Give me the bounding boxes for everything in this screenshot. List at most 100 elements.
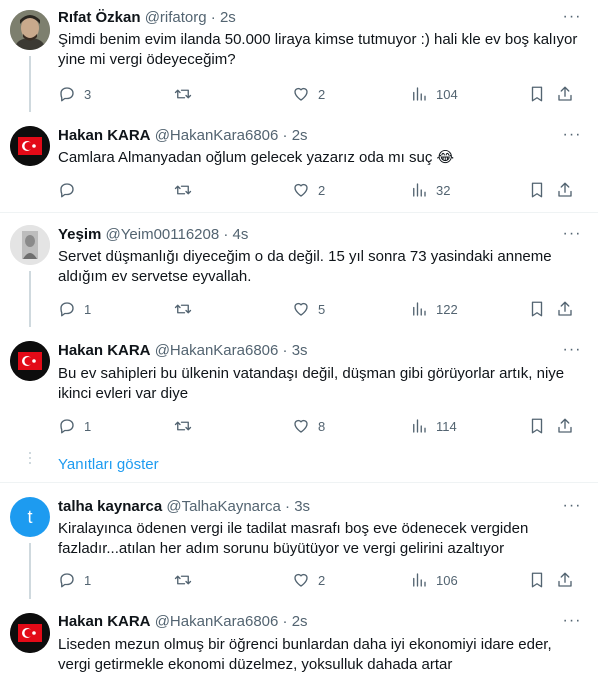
views-button[interactable]: 104 — [410, 84, 458, 104]
tweet-yesim[interactable]: Yeşim @Yeim00116208 · 4s ··· Servet düşm… — [0, 213, 598, 327]
retweet-button[interactable] — [174, 84, 200, 104]
retweet-button[interactable] — [174, 416, 200, 436]
views-button[interactable]: 106 — [410, 570, 458, 590]
heart-icon — [294, 419, 308, 433]
like-button[interactable]: 8 — [292, 416, 325, 436]
tweet-text: Liseden mezun olmuş bir öğrenci bunlarda… — [58, 636, 552, 673]
author-name[interactable]: talha kaynarca — [58, 498, 162, 515]
retweet-icon — [174, 304, 192, 314]
views-icon — [413, 87, 426, 101]
reply-icon — [60, 87, 74, 102]
retweet-button[interactable] — [174, 299, 200, 319]
reply-button[interactable]: 1 — [58, 570, 91, 590]
avatar[interactable] — [10, 341, 50, 381]
timestamp[interactable]: 2s — [292, 127, 308, 144]
like-button[interactable]: 2 — [292, 570, 325, 590]
bookmark-button[interactable] — [528, 180, 546, 200]
timestamp[interactable]: 3s — [292, 342, 308, 359]
reply-icon — [60, 419, 74, 434]
reply-icon — [60, 183, 74, 198]
retweet-button[interactable] — [174, 570, 200, 590]
more-options-icon[interactable]: ··· — [562, 9, 582, 30]
timestamp[interactable]: 2s — [220, 9, 236, 26]
heart-icon — [294, 183, 308, 197]
bookmark-button[interactable] — [528, 84, 546, 104]
tweet-text: Kiralayınca ödenen vergi ile tadilat mas… — [58, 520, 529, 557]
share-button[interactable] — [556, 299, 574, 319]
views-button[interactable]: 122 — [410, 299, 458, 319]
like-count: 2 — [318, 182, 326, 198]
author-handle[interactable]: @TalhaKaynarca — [166, 498, 280, 515]
share-button[interactable] — [556, 84, 574, 104]
author-name[interactable]: Rıfat Özkan — [58, 9, 141, 26]
share-button[interactable] — [556, 416, 574, 436]
author-name[interactable]: Hakan KARA — [58, 127, 151, 144]
timestamp[interactable]: 4s — [233, 226, 249, 243]
like-button[interactable]: 5 — [292, 299, 325, 319]
tweet-talha[interactable]: t talha kaynarca @TalhaKaynarca · 3s ···… — [0, 483, 598, 599]
timestamp[interactable]: 2s — [292, 613, 308, 630]
author-name[interactable]: Hakan KARA — [58, 613, 151, 630]
retweet-icon — [174, 421, 192, 431]
reply-button[interactable] — [58, 180, 84, 200]
avatar-letter: t — [27, 507, 33, 527]
author-handle[interactable]: @Yeim00116208 — [106, 226, 220, 243]
view-count: 32 — [436, 182, 451, 198]
views-button[interactable]: 32 — [410, 180, 450, 200]
timestamp[interactable]: 3s — [294, 498, 310, 515]
avatar[interactable]: t — [10, 497, 50, 537]
avatar[interactable] — [10, 10, 50, 50]
author-handle[interactable]: @HakanKara6806 — [155, 127, 279, 144]
reply-button[interactable]: 1 — [58, 299, 91, 319]
view-count: 122 — [436, 301, 458, 317]
more-options-icon[interactable]: ··· — [562, 342, 582, 363]
more-options-icon[interactable]: ··· — [562, 613, 582, 634]
reply-button[interactable]: 1 — [58, 416, 91, 436]
share-button[interactable] — [556, 570, 574, 590]
bookmark-icon — [531, 418, 543, 434]
more-options-icon[interactable]: ··· — [562, 226, 582, 247]
like-button[interactable]: 2 — [292, 180, 325, 200]
like-count: 8 — [318, 418, 326, 434]
more-options-icon[interactable]: ··· — [562, 127, 582, 148]
reply-count: 1 — [84, 418, 92, 434]
tweet-rifat[interactable]: Rıfat Özkan @rifatorg · 2s ··· Şimdi ben… — [0, 0, 598, 112]
author-handle[interactable]: @rifatorg — [145, 9, 207, 26]
reply-count: 1 — [84, 301, 92, 317]
bookmark-button[interactable] — [528, 299, 546, 319]
tweet-hakan-1[interactable]: Hakan KARA @HakanKara6806 · 2s ··· Camla… — [0, 112, 598, 212]
share-button[interactable] — [556, 180, 574, 200]
views-icon — [413, 573, 426, 587]
more-options-icon[interactable]: ··· — [562, 498, 582, 519]
views-icon — [413, 419, 426, 433]
reply-count: 1 — [84, 572, 92, 588]
tweet-hakan-2[interactable]: Hakan KARA @HakanKara6806 · 3s ··· Bu ev… — [0, 327, 598, 449]
tweet-hakan-3[interactable]: Hakan KARA @HakanKara6806 · 2s ··· Lised… — [0, 599, 598, 682]
share-icon — [558, 572, 572, 587]
reply-button[interactable]: 3 — [58, 84, 91, 104]
show-replies-link[interactable]: Yanıtları göster — [58, 456, 159, 473]
bookmark-button[interactable] — [528, 570, 546, 590]
like-count: 2 — [318, 86, 326, 102]
heart-icon — [294, 87, 308, 101]
author-handle[interactable]: @HakanKara6806 — [155, 613, 279, 630]
bookmark-button[interactable] — [528, 416, 546, 436]
avatar[interactable] — [10, 126, 50, 166]
author-name[interactable]: Yeşim — [58, 226, 101, 243]
view-count: 104 — [436, 86, 458, 102]
reply-icon — [60, 573, 74, 588]
views-button[interactable]: 114 — [410, 416, 457, 436]
bookmark-icon — [531, 86, 543, 102]
share-icon — [558, 418, 572, 433]
author-name[interactable]: Hakan KARA — [58, 342, 151, 359]
view-count: 106 — [436, 572, 458, 588]
reply-icon — [60, 302, 74, 317]
heart-icon — [294, 302, 308, 316]
like-button[interactable]: 2 — [292, 84, 325, 104]
avatar[interactable] — [10, 613, 50, 653]
bookmark-icon — [531, 182, 543, 198]
retweet-button[interactable] — [174, 180, 200, 200]
avatar[interactable] — [10, 225, 50, 265]
heart-icon — [294, 573, 308, 587]
author-handle[interactable]: @HakanKara6806 — [155, 342, 279, 359]
